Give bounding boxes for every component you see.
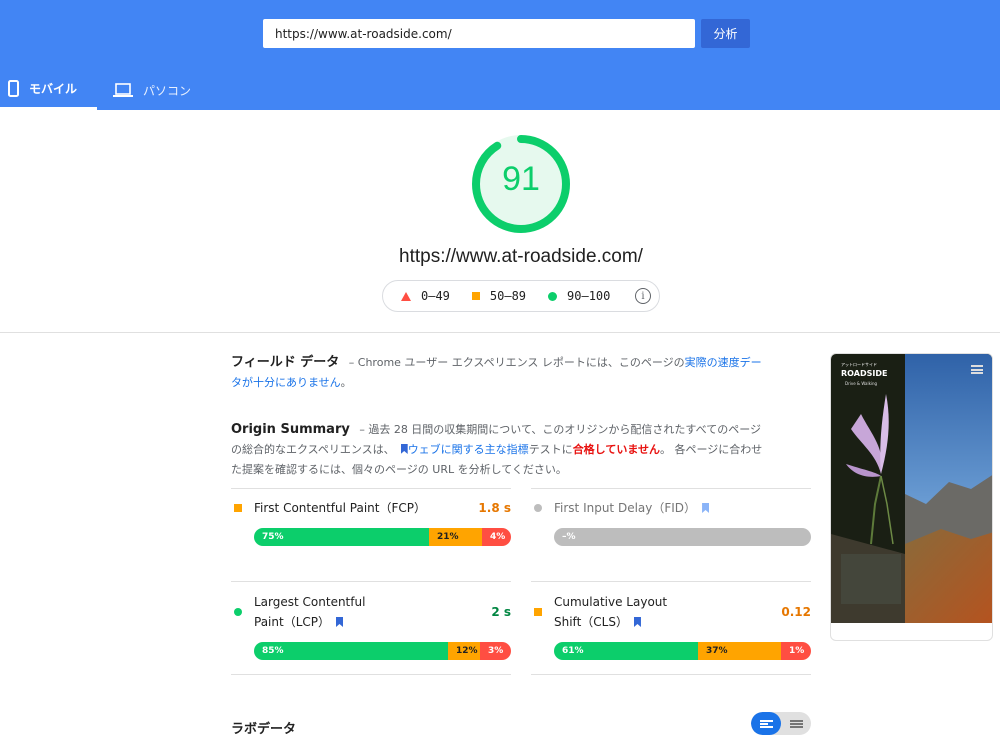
bookmark-icon — [400, 444, 408, 454]
origin-summary-title: Origin Summary — [231, 422, 350, 437]
tab-mobile-label: モバイル — [29, 82, 78, 96]
distribution-bar: 85% 12% 3% — [254, 642, 511, 660]
metric-name-line1: Cumulative Layout — [554, 595, 668, 609]
metric-name: First Input Delay（FID） — [554, 498, 710, 518]
view-toggle — [751, 712, 811, 735]
bar-empty: –% — [562, 532, 576, 542]
metric-fcp: First Contentful Paint（FCP） 1.8 s 75% 21… — [231, 488, 511, 578]
bar-good: 75% — [254, 528, 429, 546]
grey-circle-icon — [534, 504, 542, 512]
legend-item-good: 90–100 — [548, 289, 610, 303]
tab-desktop[interactable]: パソコン — [113, 70, 213, 110]
metric-separator — [531, 674, 811, 675]
performance-score: 91 — [502, 160, 540, 198]
metric-name: First Contentful Paint（FCP） — [254, 501, 426, 515]
orange-square-icon — [471, 292, 480, 300]
metric-separator — [531, 581, 811, 582]
metric-name: Largest Contentful Paint（LCP） — [254, 592, 365, 632]
metric-value: 0.12 — [781, 605, 811, 619]
metric-name: Cumulative Layout Shift（CLS） — [554, 592, 667, 632]
thumbnail-brand: ROADSIDE — [841, 369, 888, 378]
green-circle-icon — [548, 291, 558, 301]
bar-poor: 4% — [482, 528, 511, 546]
info-icon[interactable]: i — [635, 288, 651, 304]
bar-poor: 3% — [480, 642, 511, 660]
field-data-suffix: 。 — [340, 376, 352, 389]
metric-name-line2: Paint（LCP） — [254, 615, 330, 629]
page-screenshot-thumbnail: アットロードサイド ROADSIDE Drive & Walking — [830, 353, 993, 641]
red-triangle-icon — [401, 291, 411, 301]
expanded-list-icon — [789, 719, 803, 728]
legend-item-average: 50–89 — [471, 289, 527, 303]
bar-average: 12% — [448, 642, 480, 660]
metric-name-line1: Largest Contentful — [254, 595, 366, 609]
bar-poor: 1% — [781, 642, 811, 660]
assessment-failed-text: 合格していません — [572, 443, 661, 456]
field-data-title: フィールド データ — [231, 355, 340, 370]
expanded-view-button[interactable] — [781, 712, 811, 735]
thumbnail-brand-sub: Drive & Walking — [845, 381, 878, 386]
legend-label-average: 50–89 — [489, 289, 527, 303]
analyze-button[interactable]: 分析 — [701, 19, 750, 48]
compact-view-button[interactable] — [751, 712, 781, 735]
orange-square-icon — [534, 608, 542, 616]
bar-average: 21% — [429, 528, 482, 546]
metric-cls: Cumulative Layout Shift（CLS） 0.12 61% 37%… — [531, 581, 811, 675]
metric-name-line2: Shift（CLS） — [554, 615, 628, 629]
metric-fid: First Input Delay（FID） –% — [531, 488, 811, 578]
bar-average: 37% — [698, 642, 781, 660]
screenshot-image — [831, 354, 992, 623]
distribution-bar: –% — [554, 528, 811, 546]
tab-mobile[interactable]: モバイル — [0, 70, 97, 110]
field-data-description: – Chrome ユーザー エクスペリエンス レポートには、このページの — [345, 356, 685, 369]
lab-data-title: ラボデータ — [231, 722, 297, 737]
metric-value: 2 s — [491, 605, 511, 619]
analyzed-url: https://www.at-roadside.com/ — [399, 246, 643, 267]
legend-label-poor: 0–49 — [421, 289, 450, 303]
field-data-section: フィールド データ – Chrome ユーザー エクスペリエンス レポートには、… — [231, 353, 771, 393]
distribution-bar: 61% 37% 1% — [554, 642, 811, 660]
bookmark-icon — [633, 617, 641, 627]
metric-separator — [231, 674, 511, 675]
metric-separator — [531, 488, 811, 489]
green-circle-icon — [234, 608, 242, 616]
bar-good: 61% — [554, 642, 698, 660]
bar-good: 85% — [254, 642, 448, 660]
thumbnail-brand-top: アットロードサイド — [841, 362, 877, 367]
metric-separator — [231, 488, 511, 489]
bookmark-icon — [702, 503, 710, 513]
origin-summary-text-2: テストに — [528, 443, 573, 456]
laptop-icon — [113, 83, 133, 97]
orange-square-icon — [234, 504, 242, 512]
distribution-bar: 75% 21% 4% — [254, 528, 511, 546]
tab-desktop-label: パソコン — [143, 83, 192, 98]
section-divider — [0, 332, 1000, 333]
metric-lcp: Largest Contentful Paint（LCP） 2 s 85% 12%… — [231, 581, 511, 675]
legend-label-good: 90–100 — [567, 289, 611, 303]
compact-list-icon — [759, 719, 773, 728]
hamburger-menu-icon — [971, 365, 983, 374]
url-input[interactable] — [263, 19, 695, 48]
score-legend: 0–49 50–89 90–100 — [382, 280, 660, 312]
core-web-vitals-link[interactable]: ウェブに関する主な指標 — [408, 443, 529, 456]
header-bar: 分析 モバイル パソコン — [0, 0, 1000, 110]
metric-value: 1.8 s — [478, 501, 511, 515]
metric-name-text: First Input Delay（FID） — [554, 501, 697, 515]
metric-separator — [231, 581, 511, 582]
origin-summary-section: Origin Summary – 過去 28 日間の収集期間について、このオリジ… — [231, 420, 771, 480]
legend-item-poor: 0–49 — [401, 289, 450, 303]
smartphone-icon — [8, 80, 19, 97]
bookmark-icon — [336, 617, 343, 627]
